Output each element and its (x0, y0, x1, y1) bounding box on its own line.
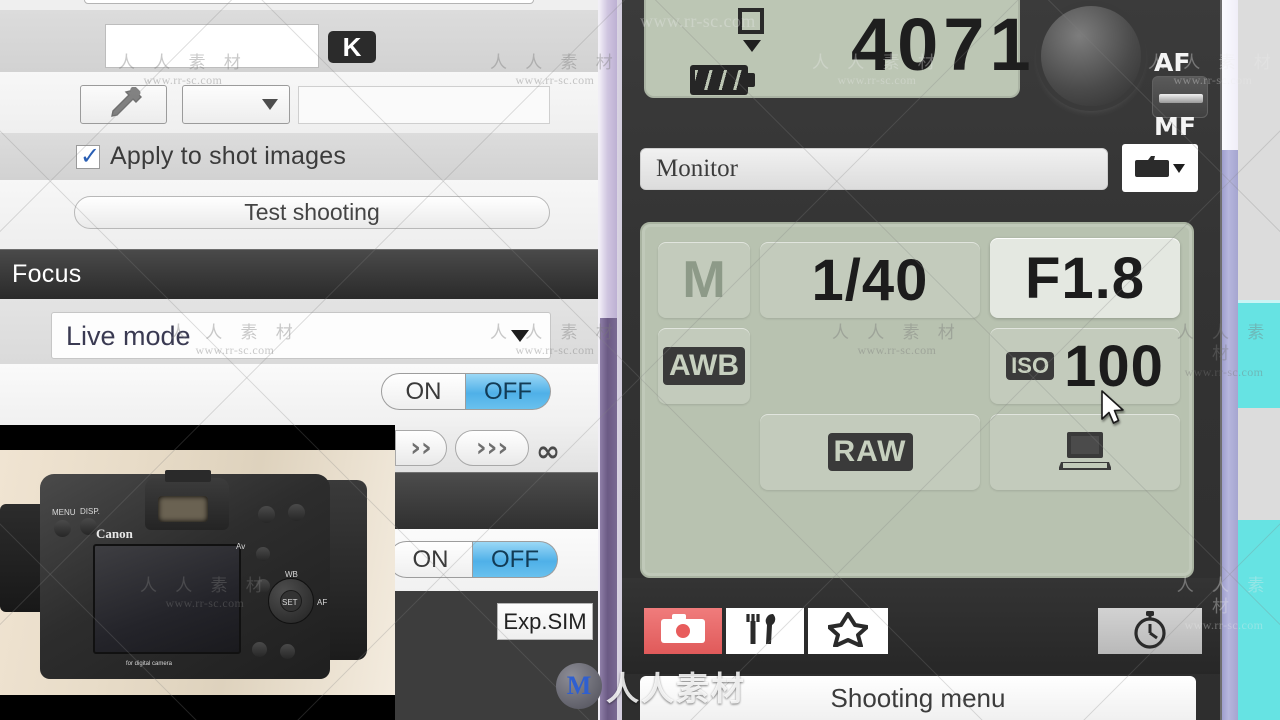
menu-tab-strip (622, 578, 1220, 674)
second-toggle-on[interactable]: ON (388, 541, 473, 578)
live-view-image: Canon MENU DISP. Av WB SET AF for digita… (0, 425, 395, 720)
top-status-lcd-inner: 4071 (646, 0, 1031, 96)
vertical-scrollbar-thumb[interactable] (600, 318, 617, 720)
iso-cell[interactable]: ISO 100 (990, 328, 1180, 404)
letterbox-top (0, 425, 395, 450)
computer-icon (1058, 430, 1112, 474)
teal-highlight-lower (1238, 520, 1280, 720)
test-shooting-button[interactable]: Test shooting (74, 196, 550, 229)
camera-brand-label: Canon (96, 526, 133, 541)
infinity-icon: ∞ (536, 434, 561, 468)
camera-zoom-out-button (258, 506, 275, 523)
shooting-mode-cell[interactable]: M (658, 242, 750, 318)
vertical-scrollbar-track[interactable] (600, 0, 617, 318)
battery-full-icon (690, 65, 755, 95)
camera-playback-button (252, 642, 267, 657)
second-toggle-off[interactable]: OFF (473, 541, 558, 578)
eyedropper-button[interactable] (80, 85, 167, 124)
camera-zoom-in-button (288, 504, 305, 521)
stopwatch-icon (1130, 608, 1170, 655)
tab-my-menu[interactable] (808, 608, 888, 654)
tools-icon (743, 612, 787, 651)
tab-shooting-menu[interactable] (644, 608, 724, 654)
folder-icon (1135, 153, 1169, 184)
camera-remote-panel: 4071 AF MF Monitor M 1/40 F1.8 AWB ISO 1… (622, 0, 1220, 720)
chevron-down-icon (262, 99, 278, 110)
second-on-off-toggle[interactable]: ON OFF (388, 541, 558, 578)
camera-av-button (256, 547, 270, 561)
save-destination-field[interactable]: Monitor (640, 148, 1108, 190)
chevron-down-icon (1173, 163, 1185, 173)
apply-to-shot-images-checkbox[interactable]: ✓ (76, 142, 101, 170)
top-partial-text-field[interactable] (84, 0, 534, 4)
af-toggle-on[interactable]: ON (381, 373, 466, 410)
live-view-photo-content: Canon MENU DISP. Av WB SET AF for digita… (0, 450, 395, 695)
white-balance-value: AWB (663, 347, 745, 385)
save-destination-cell[interactable] (990, 414, 1180, 490)
menu-title-bar: Shooting menu (640, 676, 1196, 720)
camera-label-wb: WB (285, 570, 298, 579)
menu-title: Shooting menu (830, 682, 1006, 713)
shutter-speed-value: 1/40 (811, 247, 929, 313)
camera-footer-text: for digital camera (126, 661, 173, 667)
image-quality-cell[interactable]: RAW (760, 414, 980, 490)
star-icon (827, 611, 869, 652)
letterbox-bottom (0, 695, 395, 720)
iso-label: ISO (1006, 352, 1055, 380)
shooting-mode-value: M (682, 251, 726, 309)
live-mode-value: Live mode (66, 321, 191, 351)
single-frame-icon (738, 8, 764, 34)
camera-liveview-button (256, 579, 270, 593)
color-temperature-input[interactable] (105, 24, 319, 68)
shots-remaining-counter: 4071 (851, 3, 1036, 86)
white-balance-dropdown[interactable] (182, 85, 290, 124)
camera-label-set: SET (282, 598, 298, 607)
exposure-simulation-badge: Exp.SIM (497, 603, 593, 640)
shutter-speed-cell[interactable]: 1/40 (760, 242, 980, 318)
mode-dial[interactable] (1041, 6, 1141, 106)
af-label: AF (1154, 48, 1191, 77)
af-toggle-off[interactable]: OFF (466, 373, 551, 410)
focus-section-title: Focus (12, 260, 82, 288)
apply-to-shot-images-label: Apply to shot images (110, 142, 347, 170)
camera-label-af: AF (317, 598, 328, 607)
camera-icon (660, 613, 706, 650)
camera-label-disp: DISP. (80, 507, 100, 516)
timer-button[interactable] (1098, 608, 1202, 654)
top-status-lcd: 4071 (644, 0, 1031, 98)
white-balance-value-field[interactable] (298, 86, 550, 124)
chevron-down-icon (743, 40, 761, 52)
white-balance-cell[interactable]: AWB (658, 328, 750, 404)
focus-section-header[interactable]: Focus (0, 249, 598, 299)
image-quality-value: RAW (827, 433, 913, 471)
camera-delete-button (280, 644, 295, 659)
chevron-down-icon (511, 330, 529, 342)
aperture-value: F1.8 (1024, 245, 1146, 311)
camera-label-menu: MENU (52, 508, 76, 517)
aperture-cell[interactable]: F1.8 (990, 238, 1180, 318)
camera-menu-button (54, 520, 71, 537)
camera-body: Canon MENU DISP. Av WB SET AF for digita… (40, 470, 330, 679)
mf-label: MF (1154, 112, 1196, 141)
capture-settings-panel: K ✓ Apply to shot images Test shooting F… (0, 0, 598, 720)
camera-rear-lcd (93, 544, 241, 654)
browse-folder-button[interactable] (1122, 144, 1198, 192)
af-on-off-toggle[interactable]: ON OFF (381, 373, 551, 410)
focus-step-far-large-button[interactable]: ››› (455, 430, 529, 466)
kelvin-badge: K (328, 31, 376, 63)
live-mode-dropdown[interactable]: Live mode (51, 312, 551, 359)
camera-viewfinder (158, 496, 208, 522)
mouse-cursor (1100, 389, 1128, 429)
camera-disp-button (80, 518, 97, 535)
tab-setup-menu[interactable] (726, 608, 806, 654)
focus-step-near-medium-button[interactable]: ›› (395, 430, 447, 466)
eyedropper-icon (103, 86, 145, 122)
screen-root: K ✓ Apply to shot images Test shooting F… (0, 0, 1280, 720)
camera-label-av: Av (236, 542, 246, 551)
outer-scrollbar-thumb[interactable] (1222, 0, 1238, 150)
camera-hotshoe (165, 470, 211, 482)
teal-highlight-upper (1238, 303, 1280, 408)
save-destination-value: Monitor (656, 155, 738, 182)
checkmark-icon: ✓ (80, 142, 101, 170)
